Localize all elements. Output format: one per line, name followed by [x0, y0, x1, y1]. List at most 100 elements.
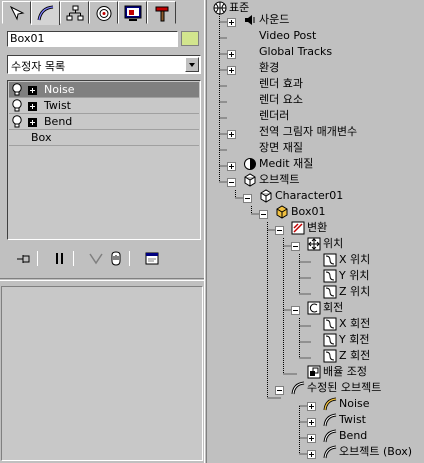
tree-node-label: 렌더러	[259, 109, 290, 122]
lightbulb-icon[interactable]	[11, 115, 23, 129]
lightbulb-icon[interactable]	[11, 99, 23, 113]
stack-item-bend[interactable]: Bend	[9, 114, 199, 130]
make-unique-button[interactable]	[87, 250, 105, 267]
configure-modifier-sets-icon	[145, 252, 159, 265]
lightbulb-icon[interactable]	[11, 83, 23, 97]
pin-stack-icon	[17, 255, 30, 263]
rotate-icon	[307, 301, 321, 315]
tree-node-label: 사운드	[259, 13, 290, 26]
expand-toggle[interactable]	[227, 18, 236, 27]
motion-tab[interactable]	[89, 1, 118, 24]
expand-toggle[interactable]	[307, 402, 316, 411]
chevron-down-icon[interactable]	[185, 57, 199, 72]
pin-stack-button[interactable]	[15, 250, 33, 267]
collapse-toggle[interactable]	[275, 386, 284, 395]
stack-item-label: Twist	[44, 99, 71, 112]
modifier-arc-icon	[323, 445, 337, 459]
configure-modifier-sets-button[interactable]	[143, 250, 161, 267]
tree-node-label: 환경	[259, 61, 280, 74]
stack-item-label: Box	[31, 131, 52, 144]
tree-node-label: 장면 재질	[259, 141, 303, 154]
tree-node-label: 오브젝트	[259, 173, 300, 186]
remove-modifier-button[interactable]	[107, 250, 125, 267]
expand-plus-icon[interactable]	[28, 118, 37, 127]
toolbar-separator	[37, 251, 38, 266]
stack-item-label: Noise	[44, 83, 75, 96]
expand-plus-icon[interactable]	[28, 86, 37, 95]
cube-icon	[276, 205, 288, 219]
object-name-field[interactable]: Box01	[7, 31, 178, 47]
show-end-result-icon	[56, 253, 63, 264]
expand-toggle[interactable]	[227, 50, 236, 59]
cube-icon	[244, 173, 256, 187]
utilities-tab[interactable]	[147, 1, 176, 24]
parameters-rollout-area[interactable]	[1, 286, 203, 461]
modify-arc-icon	[37, 5, 54, 21]
display-icon	[124, 5, 142, 21]
tree-node-label: 오브젝트 (Box)	[339, 445, 413, 458]
create-tab[interactable]	[2, 1, 31, 24]
show-end-result-button[interactable]	[51, 250, 69, 267]
tree-node-label: 수정된 오브젝트	[307, 381, 382, 394]
curve-track-icon	[323, 253, 337, 267]
motion-icon	[96, 6, 112, 21]
tree-node-label: 회전	[323, 301, 344, 314]
transform-icon	[291, 221, 305, 235]
tree-node-label: Y 위치	[339, 269, 370, 282]
stack-item-noise[interactable]: Noise	[9, 82, 199, 98]
collapse-toggle[interactable]	[227, 178, 236, 187]
tree-node-label: Bend	[339, 429, 368, 442]
modifier-arc-icon	[291, 381, 305, 395]
tree-node-label: 위치	[323, 237, 344, 250]
toolbar-separator	[129, 251, 130, 266]
make-unique-icon	[89, 253, 103, 265]
toolbar-separator	[73, 251, 74, 266]
modifier-arc-icon	[323, 429, 337, 443]
command-panel-tabs	[2, 1, 178, 25]
remove-modifier-icon	[111, 251, 121, 266]
tree-node-label: 배율 조정	[323, 365, 367, 378]
modify-tab[interactable]	[31, 1, 60, 25]
collapse-toggle[interactable]	[291, 306, 300, 315]
curve-track-icon	[323, 317, 337, 331]
modifier-list-dropdown[interactable]: 수정자 목록	[7, 55, 201, 74]
tree-node-label: X 회전	[339, 317, 371, 330]
collapse-toggle[interactable]	[259, 210, 268, 219]
tree-node-label: Box01	[291, 205, 326, 218]
tree-node-label: Character01	[275, 189, 344, 202]
collapse-toggle[interactable]	[291, 242, 300, 251]
expand-plus-icon[interactable]	[28, 102, 37, 111]
tree-node-label: Global Tracks	[259, 45, 333, 58]
tree-node-label: 렌더 요소	[259, 93, 303, 106]
tree-node-label: X 위치	[339, 253, 371, 266]
modifier-arc-icon	[323, 397, 337, 411]
collapse-toggle[interactable]	[275, 226, 284, 235]
curve-track-icon	[323, 349, 337, 363]
collapse-toggle[interactable]	[243, 194, 252, 203]
stack-toolbar	[7, 249, 201, 269]
track-view-tree: 표준 사운드 Video Post Global Tracks 환경 렌더 효과…	[207, 0, 424, 463]
expand-toggle[interactable]	[307, 434, 316, 443]
expand-toggle[interactable]	[227, 162, 236, 171]
stack-item-twist[interactable]: Twist	[9, 98, 199, 114]
tree-node-label: Video Post	[259, 29, 317, 42]
display-tab[interactable]	[118, 1, 147, 24]
move-icon	[307, 237, 321, 251]
create-arrow-icon	[9, 5, 25, 21]
expand-toggle[interactable]	[227, 130, 236, 139]
tree-node-label: 렌더 효과	[259, 77, 303, 90]
stack-item-box[interactable]: Box	[9, 130, 199, 146]
object-color-swatch[interactable]	[181, 31, 199, 46]
material-sphere-icon	[244, 158, 256, 170]
curve-track-icon	[323, 269, 337, 283]
tree-node-label: Noise	[339, 397, 370, 410]
expand-toggle[interactable]	[307, 418, 316, 427]
tree-node-label: Z 위치	[339, 285, 371, 298]
hierarchy-tab[interactable]	[60, 1, 89, 24]
expand-toggle[interactable]	[307, 450, 316, 459]
stack-item-label: Bend	[44, 115, 73, 128]
globe-icon	[213, 1, 227, 15]
expand-toggle[interactable]	[227, 66, 236, 75]
tree-node-label: Y 회전	[339, 333, 370, 346]
curve-track-icon	[323, 333, 337, 347]
